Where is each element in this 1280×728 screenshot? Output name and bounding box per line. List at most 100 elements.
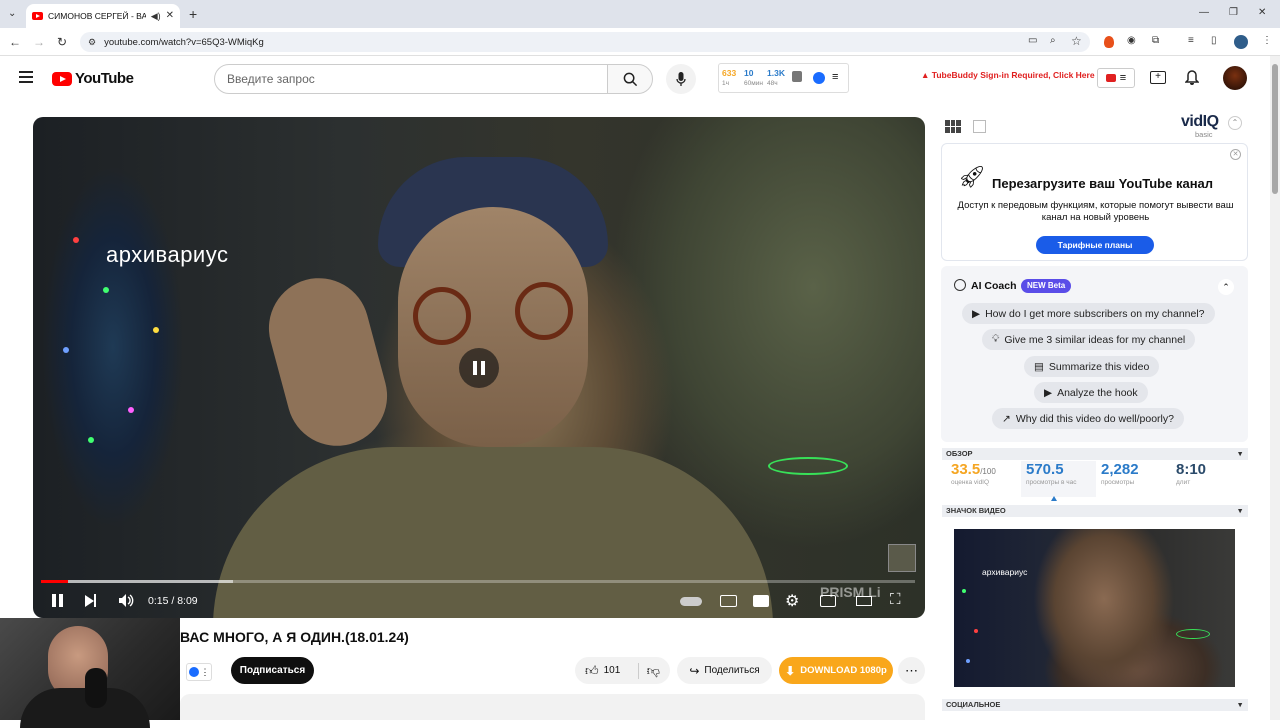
green-led-light xyxy=(768,457,848,475)
hamburger-menu-icon[interactable] xyxy=(19,71,33,83)
coach-question-5[interactable]: ↗ Why did this video do well/poorly? xyxy=(992,408,1184,429)
grid-view-icon[interactable] xyxy=(945,120,961,133)
fullscreen-icon[interactable]: ⛶ xyxy=(890,591,901,608)
chrome-menu-icon[interactable]: ⋮ xyxy=(1262,36,1272,46)
voice-search-button[interactable] xyxy=(666,64,696,94)
question-text: Analyze the hook xyxy=(1057,386,1138,399)
thumbnail-overlay-text: архивариус xyxy=(982,567,1028,577)
chart-icon[interactable] xyxy=(792,71,802,82)
light xyxy=(962,589,966,593)
tab-search-icon[interactable]: ⌄ xyxy=(8,9,16,19)
like-count[interactable]: 101 xyxy=(604,665,621,676)
vidiq-menu-icon[interactable]: ≡ xyxy=(832,71,838,83)
address-bar[interactable]: ⚙ youtube.com/watch?v=65Q3-WMiqKg xyxy=(80,32,1090,52)
progress-bar[interactable] xyxy=(41,580,915,583)
page-scrollbar[interactable] xyxy=(1270,56,1280,720)
coach-question-3[interactable]: ▤ Summarize this video xyxy=(1024,356,1160,377)
stat-views: 2,282 просмотры xyxy=(1096,461,1171,497)
extension-shield-icon[interactable]: ◉ xyxy=(1127,36,1136,46)
restore-icon[interactable]: ❐ xyxy=(1229,8,1238,18)
reload-icon[interactable]: ↻ xyxy=(57,36,67,48)
vidiq-realtime-stats[interactable]: 633 1ч 10 60мин 1.3K 48ч ≡ xyxy=(718,63,849,93)
side-panel-icon[interactable]: ▯ xyxy=(1211,36,1217,46)
scrollbar-thumb[interactable] xyxy=(1272,64,1278,194)
autoplay-toggle[interactable] xyxy=(680,597,702,606)
caret-down-icon: ▾ xyxy=(1238,506,1242,515)
browser-tab[interactable]: СИМОНОВ СЕРГЕЙ - ВАС ◀) ✕ xyxy=(26,4,180,28)
forward-icon[interactable]: → xyxy=(33,36,45,48)
glasses-left xyxy=(413,287,471,345)
collapse-panel-icon[interactable]: ⌃ xyxy=(1228,116,1242,130)
coach-question-4[interactable]: ▶ Analyze the hook xyxy=(1034,382,1148,403)
stats-view-icon[interactable] xyxy=(973,120,986,133)
screenshot-camera-icon[interactable] xyxy=(753,595,769,607)
extensions-puzzle-icon[interactable]: ⧉ xyxy=(1152,36,1159,46)
dislike-icon[interactable]: 👎︎ xyxy=(637,662,660,679)
overview-label: ОБЗОР xyxy=(946,449,973,458)
person-hand xyxy=(257,266,399,458)
settings-gear-icon[interactable]: ⚙ xyxy=(785,591,799,611)
next-video-icon[interactable] xyxy=(85,594,96,607)
create-video-icon[interactable]: + xyxy=(1150,71,1166,84)
views-per-hour-value: 570.5 xyxy=(1026,461,1064,478)
tubebuddy-logo-icon xyxy=(1105,74,1116,82)
tab-close-icon[interactable]: ✕ xyxy=(166,11,174,21)
description-box[interactable] xyxy=(180,694,925,720)
thumbnail-section-header[interactable]: ЗНАЧОК ВИДЕО ▾ xyxy=(942,505,1248,517)
social-section-header[interactable]: СОЦИАЛЬНОЕ ▾ xyxy=(942,699,1248,711)
account-avatar[interactable] xyxy=(1223,66,1247,90)
more-actions-button[interactable]: ⋯ xyxy=(898,657,925,684)
search-button[interactable] xyxy=(607,64,653,94)
vidiq-logo-icon[interactable] xyxy=(813,72,825,84)
bookmark-star-icon[interactable]: ☆ xyxy=(1071,35,1082,47)
extension-flame-icon[interactable] xyxy=(1104,36,1114,48)
window-close-icon[interactable]: ✕ xyxy=(1258,8,1266,18)
notifications-bell-icon[interactable] xyxy=(1185,70,1199,86)
search-input[interactable]: Введите запрос xyxy=(214,64,608,94)
subscribe-button[interactable]: Подписаться xyxy=(231,657,314,684)
pause-icon[interactable] xyxy=(52,594,63,607)
download-button[interactable]: ⬇ DOWNLOAD 1080p xyxy=(779,657,893,684)
score-max: /100 xyxy=(980,467,996,476)
new-tab-icon[interactable]: + xyxy=(189,7,197,21)
reading-list-icon[interactable]: ≡ xyxy=(1188,36,1194,46)
thumbnail-label: ЗНАЧОК ВИДЕО xyxy=(946,506,1006,515)
back-icon[interactable]: ← xyxy=(9,36,21,48)
document-icon: ▤ xyxy=(1034,360,1044,373)
tab-title: СИМОНОВ СЕРГЕЙ - ВАС xyxy=(48,11,146,21)
install-app-icon[interactable]: ▭ xyxy=(1028,36,1037,46)
pricing-plans-button[interactable]: Тарифные планы xyxy=(1036,236,1154,254)
volume-icon[interactable] xyxy=(119,594,134,607)
share-icon: ↪ xyxy=(689,663,700,678)
video-thumbnail[interactable]: архивариус xyxy=(954,529,1235,687)
collapse-coach-icon[interactable]: ⌃ xyxy=(1218,279,1234,295)
audio-playing-icon[interactable]: ◀) xyxy=(151,11,161,21)
question-text: How do I get more subscribers on my chan… xyxy=(985,307,1205,320)
social-label: СОЦИАЛЬНОЕ xyxy=(946,700,1001,709)
stat-views-per-hour: 570.5 просмотры в час xyxy=(1021,461,1096,501)
site-info-icon[interactable]: ⚙ xyxy=(88,37,96,47)
tubebuddy-menu-button[interactable]: ≡ xyxy=(1097,68,1135,88)
views-label: просмотры xyxy=(1101,479,1135,486)
duration-label: длит xyxy=(1176,479,1191,486)
theater-mode-icon[interactable] xyxy=(856,596,872,606)
profile-avatar-icon[interactable] xyxy=(1234,35,1248,49)
zoom-icon[interactable]: ⌕ xyxy=(1050,36,1056,46)
selected-caret-icon xyxy=(1051,496,1057,501)
promo-close-icon[interactable]: ✕ xyxy=(1230,149,1241,160)
vidiq-channel-button[interactable]: ⋮ xyxy=(186,663,212,681)
coach-question-2[interactable]: 💡︎ Give me 3 similar ideas for my channel xyxy=(982,329,1196,350)
center-pause-button[interactable] xyxy=(459,348,499,388)
youtube-logo[interactable]: YouTube xyxy=(52,70,134,87)
played-bar xyxy=(41,580,69,583)
subtitles-icon[interactable] xyxy=(720,595,737,607)
minimize-icon[interactable]: — xyxy=(1199,8,1209,18)
tubebuddy-alert[interactable]: ▲ TubeBuddy Sign-in Required, Click Here xyxy=(921,70,1095,80)
views-48h-label: 48ч xyxy=(767,80,778,87)
video-title: ВАС МНОГО, А Я ОДИН.(18.01.24) xyxy=(180,629,409,645)
light xyxy=(63,347,69,353)
share-button[interactable]: ↪ Поделиться xyxy=(677,657,772,684)
like-icon[interactable]: 👍︎ xyxy=(585,663,599,679)
coach-question-1[interactable]: ▶ How do I get more subscribers on my cha… xyxy=(962,303,1215,324)
overview-section-header[interactable]: ОБЗОР ▾ xyxy=(942,448,1248,460)
